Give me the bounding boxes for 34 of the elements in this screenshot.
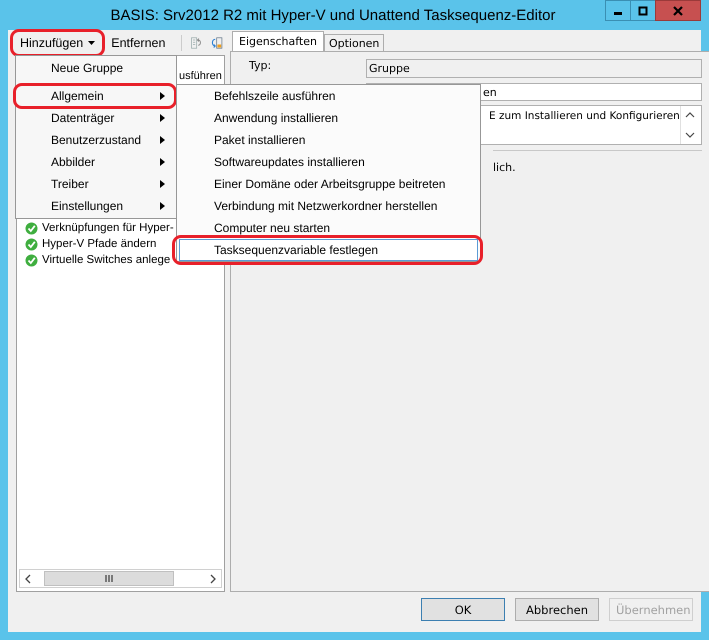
maximize-icon <box>638 6 648 16</box>
menu-item[interactable]: Verbindung mit Netzwerkordner herstellen <box>179 195 478 217</box>
maximize-button[interactable] <box>630 0 656 21</box>
tree-item[interactable]: usführen <box>179 70 222 83</box>
menu-item[interactable]: Einer Domäne oder Arbeitsgruppe beitreten <box>179 173 478 195</box>
menu-item[interactable]: Benutzerzustand <box>17 129 175 151</box>
close-button[interactable] <box>655 0 701 21</box>
dialog-button[interactable]: OK <box>421 598 505 621</box>
type-field: Gruppe <box>366 59 702 78</box>
caret-icon <box>88 41 96 45</box>
menu-item[interactable]: Computer neu starten <box>179 217 478 239</box>
tree-item[interactable]: Verknüpfungen für Hyper- <box>42 222 174 234</box>
toolbar-button[interactable]: Entfernen <box>107 34 170 52</box>
menu-item[interactable]: Allgemein <box>17 85 175 107</box>
menu-item[interactable]: Softwareupdates installieren <box>179 151 478 173</box>
minimize-icon <box>614 12 622 14</box>
close-icon <box>672 6 684 16</box>
minimize-button[interactable] <box>605 0 631 21</box>
scroll-thumb[interactable] <box>44 571 174 586</box>
dialog-button[interactable]: Abbrechen <box>515 598 599 621</box>
note-text: lich. <box>493 161 517 174</box>
tab[interactable]: Optionen <box>324 34 384 51</box>
tab[interactable]: Eigenschaften <box>232 31 324 51</box>
tree-item[interactable]: Hyper-V Pfade ändern <box>42 238 156 250</box>
tree-item[interactable]: Virtuelle Switches anlege <box>42 254 170 266</box>
toolbar-button[interactable]: Hinzufügen <box>16 34 100 52</box>
menu-item[interactable]: Treiber <box>17 173 175 195</box>
horizontal-scrollbar[interactable] <box>19 569 222 588</box>
type-label: Typ: <box>249 59 272 72</box>
window-title: BASIS: Srv2012 R2 mit Hyper-V und Unattend Tasksequenz-Editor <box>110 6 556 24</box>
menu-item[interactable]: Einstellungen <box>17 195 175 217</box>
menu-item[interactable]: Abbilder <box>17 151 175 173</box>
menu-item[interactable]: Datenträger <box>17 107 175 129</box>
menu-item[interactable]: Neue Gruppe <box>17 57 175 79</box>
